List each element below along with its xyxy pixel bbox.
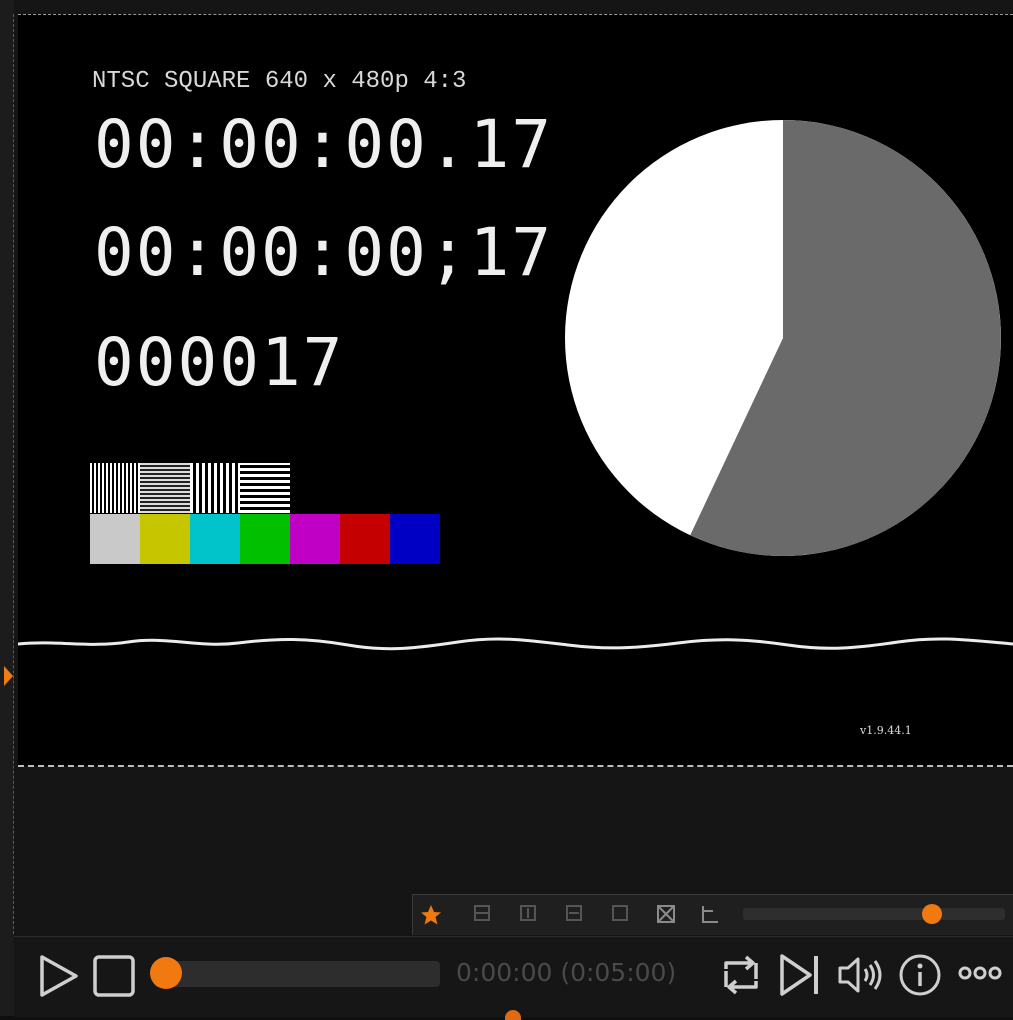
pattern-horizontal-coarse bbox=[240, 463, 290, 513]
keyframe-next-icon[interactable] bbox=[609, 903, 631, 925]
color-bar-3 bbox=[190, 514, 240, 564]
zoom-slider-track[interactable] bbox=[743, 908, 1005, 920]
info-icon[interactable] bbox=[898, 953, 942, 1001]
timeline-playhead[interactable] bbox=[505, 1010, 521, 1020]
color-bar-4 bbox=[240, 514, 290, 564]
play-icon[interactable] bbox=[36, 953, 80, 1003]
playhead-marker[interactable] bbox=[4, 666, 13, 686]
keyframe-add-icon[interactable] bbox=[517, 903, 539, 925]
audio-waveform bbox=[18, 637, 1013, 651]
version-label: v1.9.44.1 bbox=[860, 724, 912, 737]
zoom-slider-handle[interactable] bbox=[921, 904, 942, 924]
align-icon[interactable] bbox=[699, 903, 721, 925]
volume-icon[interactable] bbox=[836, 953, 884, 1001]
color-bar-2 bbox=[140, 514, 190, 564]
color-bar-1 bbox=[90, 514, 140, 564]
resolution-patterns bbox=[90, 463, 290, 513]
crop-icon[interactable] bbox=[655, 903, 677, 925]
video-editor: NTSC SQUARE 640 x 480p 4:3 00:00:00.17 0… bbox=[0, 0, 1013, 1020]
loop-icon[interactable] bbox=[718, 953, 764, 1001]
format-label: NTSC SQUARE 640 x 480p 4:3 bbox=[92, 68, 467, 95]
guide-line bbox=[13, 14, 14, 934]
keyframe-toolbar bbox=[412, 894, 1013, 935]
pattern-horizontal-fine bbox=[140, 463, 190, 513]
timecode-ms: 00:00:00.17 bbox=[94, 106, 554, 183]
pattern-vertical-coarse bbox=[190, 463, 240, 513]
timecode-drop-frame: 00:00:00;17 bbox=[94, 214, 554, 291]
viewer-border-bottom bbox=[18, 765, 1013, 767]
color-bar-5 bbox=[290, 514, 340, 564]
time-display: 0:00:00 (0:05:00) bbox=[456, 958, 677, 987]
stop-icon[interactable] bbox=[92, 954, 136, 1002]
skip-end-icon[interactable] bbox=[776, 951, 824, 1003]
viewer-border-top bbox=[18, 14, 1013, 15]
star-icon[interactable] bbox=[419, 903, 441, 925]
more-icon[interactable] bbox=[958, 963, 1002, 987]
color-bar-6 bbox=[340, 514, 390, 564]
seek-bar[interactable] bbox=[154, 961, 440, 987]
pattern-vertical-fine bbox=[90, 463, 140, 513]
left-panel-edge bbox=[0, 0, 14, 1016]
keyframe-icon[interactable] bbox=[471, 903, 493, 925]
video-preview: NTSC SQUARE 640 x 480p 4:3 00:00:00.17 0… bbox=[18, 14, 1013, 766]
transport-bar: 0:00:00 (0:05:00) bbox=[14, 936, 1013, 1017]
color-bars bbox=[90, 514, 440, 564]
color-bar-7 bbox=[390, 514, 440, 564]
keyframe-remove-icon[interactable] bbox=[563, 903, 585, 925]
countdown-pie bbox=[565, 120, 1001, 556]
seek-handle[interactable] bbox=[150, 957, 182, 989]
frame-counter: 000017 bbox=[94, 324, 345, 401]
